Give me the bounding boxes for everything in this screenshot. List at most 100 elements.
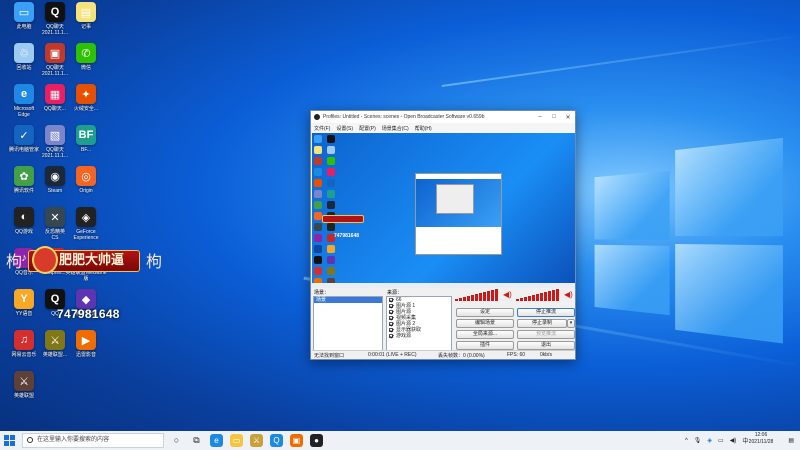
desktop-icon[interactable]: ✆ 微信: [69, 43, 103, 71]
clock-time: 12:06: [754, 432, 768, 438]
taskbar-search-box[interactable]: 在这里输入你要搜索的内容: [22, 433, 164, 448]
desktop-icon[interactable]: ✦ 火绒安全...: [69, 84, 103, 112]
file-explorer-icon[interactable]: ▭: [230, 434, 243, 447]
meter-bar: [455, 299, 458, 301]
app-icon: Q: [45, 289, 65, 309]
app-icon: ▶: [76, 330, 96, 350]
source-checkbox[interactable]: [389, 334, 393, 338]
preview-mini-icon: [314, 223, 322, 231]
desktop-icon[interactable]: ✿ 腾讯软件: [7, 166, 41, 194]
scenes-list[interactable]: 场景: [313, 296, 383, 351]
close-icon[interactable]: ✕: [561, 114, 575, 121]
settings-button[interactable]: 设定: [456, 308, 514, 317]
edge-taskbar-icon[interactable]: e: [210, 434, 223, 447]
taskbar-clock[interactable]: 12:06 2021/11/28: [746, 432, 776, 446]
source-checkbox[interactable]: [389, 310, 393, 314]
app-taskbar-icon[interactable]: ▣: [290, 434, 303, 447]
desktop-icon[interactable]: ♫ 网易云音乐: [7, 330, 41, 358]
source-checkbox[interactable]: [389, 322, 393, 326]
desktop-icon-label: Steam: [47, 188, 63, 194]
meter-bar: [532, 295, 535, 301]
task-view-icon[interactable]: ⧉: [190, 434, 203, 447]
windows-start-icon[interactable]: [4, 435, 15, 446]
network-icon[interactable]: ▭: [718, 437, 724, 444]
desktop-icon[interactable]: Q QQ聊天 2021.11.1...: [38, 2, 72, 36]
maximize-icon[interactable]: □: [547, 114, 561, 120]
menu-settings[interactable]: 设置(S): [336, 125, 353, 132]
app-icon: ▭: [14, 2, 34, 22]
desktop-icon-label-line2: 2021.11.1...: [41, 30, 69, 36]
app-icon: BF: [76, 125, 96, 145]
preview-stream-button[interactable]: 预览推流: [517, 330, 575, 339]
desktop-icon[interactable]: ▦ QQ聊天...: [38, 84, 72, 112]
desktop-icon[interactable]: ▶ 迅雷影音: [69, 330, 103, 358]
preview-mini-icon: [314, 201, 322, 209]
meter-bar: [471, 295, 474, 301]
preview-mini-icon: [314, 256, 322, 264]
meter-bar: [516, 299, 519, 301]
desktop-icon[interactable]: ▭ 此电脑: [7, 2, 41, 30]
menu-file[interactable]: 文件(F): [314, 125, 330, 132]
desktop-icon[interactable]: ▤ 记事: [69, 2, 103, 30]
meter-bar: [552, 290, 555, 301]
desktop-icon-label: 记事: [80, 24, 91, 30]
mic-tray-icon[interactable]: 🎙: [694, 437, 702, 444]
edit-scene-button[interactable]: 编辑场景: [456, 319, 514, 328]
obs-titlebar[interactable]: Profiles: Untitled - Scenes: scenes - Op…: [311, 111, 575, 123]
menu-help[interactable]: 帮助(H): [415, 125, 432, 132]
desktop-icon[interactable]: ◈ GeForce Experience: [69, 207, 103, 241]
source-checkbox[interactable]: [389, 316, 393, 320]
source-checkbox[interactable]: [389, 304, 393, 308]
stop-record-button[interactable]: 停止录制: [517, 319, 567, 328]
cortana-icon[interactable]: ○: [170, 434, 183, 447]
sources-list[interactable]: 66 图片源 1 图片源 视频采集 图片源 2 显示器获取 游戏源: [386, 296, 452, 351]
volume-icon[interactable]: ◀): [730, 437, 737, 444]
meter-bar: [463, 297, 466, 301]
meter-bar: [548, 291, 551, 301]
scene-item[interactable]: 场景: [314, 297, 382, 303]
windows-logo-wallpaper: [594, 137, 783, 344]
desktop-icon[interactable]: ◎ Origin: [69, 166, 103, 194]
source-item[interactable]: 游戏源: [387, 333, 451, 339]
desktop-icon[interactable]: ♲ 回收站: [7, 43, 41, 71]
status-dropped: 丢失帧数：0 (0.00%): [438, 352, 485, 359]
desktop-icon[interactable]: BF BF...: [69, 125, 103, 153]
speaker-icon[interactable]: ◀): [503, 290, 512, 299]
desktop-icon[interactable]: e Microsoft Edge: [7, 84, 41, 118]
obs-preview[interactable]: 747981648: [312, 133, 575, 288]
desktop-icon[interactable]: ◉ Steam: [38, 166, 72, 194]
desktop-icon[interactable]: ▣ QQ聊天 2021.11.1...: [38, 43, 72, 77]
obs-window[interactable]: Profiles: Untitled - Scenes: scenes - Op…: [310, 110, 576, 360]
game-taskbar-icon[interactable]: ⚔: [250, 434, 263, 447]
stop-stream-button[interactable]: 停止推流: [517, 308, 575, 317]
plugins-button[interactable]: 插件: [456, 341, 514, 350]
desktop-icon[interactable]: ⚔ 英雄联盟: [7, 371, 41, 399]
preview-mini-icon: [314, 190, 322, 198]
source-checkbox[interactable]: [389, 328, 393, 332]
app-icon: Q: [45, 2, 65, 22]
minimize-icon[interactable]: –: [533, 114, 547, 120]
source-checkbox[interactable]: [389, 298, 393, 302]
desktop-icon[interactable]: Y YY语音: [7, 289, 41, 317]
meter-bar: [475, 294, 478, 301]
notification-icon[interactable]: ▤: [788, 437, 794, 444]
tray-expand-icon[interactable]: ^: [685, 438, 688, 444]
light-beam: [441, 34, 799, 88]
exit-button[interactable]: 退出: [517, 341, 575, 350]
record-dropdown-button[interactable]: ▾: [567, 319, 575, 328]
menu-scene-collection[interactable]: 场景集合(C): [382, 125, 409, 132]
meter-bar: [491, 290, 494, 301]
meter-bar: [479, 293, 482, 301]
obs-taskbar-icon[interactable]: ●: [310, 434, 323, 447]
desktop-icon[interactable]: ✓ 腾讯电脑管家: [7, 125, 41, 153]
qq-taskbar-icon[interactable]: Q: [270, 434, 283, 447]
desktop-icon[interactable]: ▧ QQ聊天 2021.11.1...: [38, 125, 72, 159]
clock-date: 2021/11/28: [748, 439, 774, 445]
mic-speaker-icon[interactable]: ◀): [564, 290, 573, 299]
desktop-icon[interactable]: ⚔ 英雄联盟...: [38, 330, 72, 358]
shield-tray-icon[interactable]: ◈: [707, 437, 712, 444]
menu-profile[interactable]: 配置(P): [359, 125, 376, 132]
desktop-icon[interactable]: ✕ 反恐精英 CS: [38, 207, 72, 241]
global-sources-button[interactable]: 全局来源...: [456, 330, 514, 339]
desktop-icon[interactable]: ◐ QQ游戏: [7, 207, 41, 235]
